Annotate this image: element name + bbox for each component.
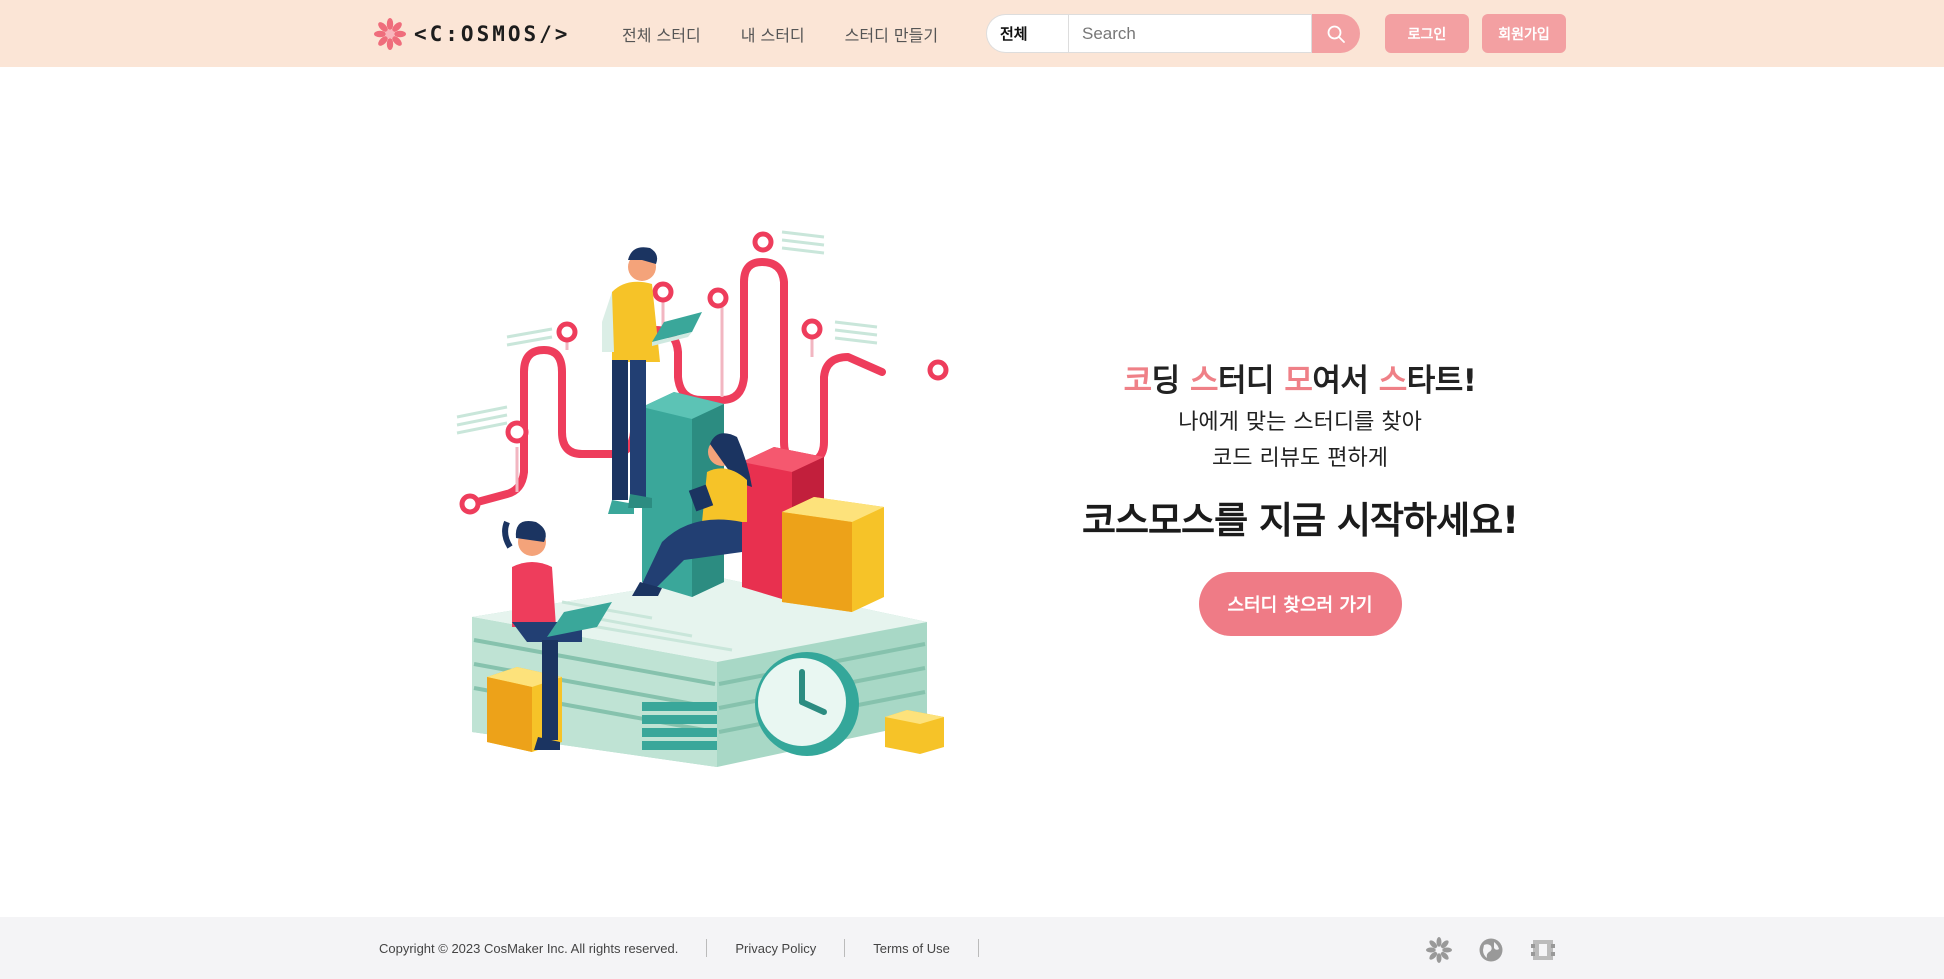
tagline-text: 터디 xyxy=(1217,363,1285,399)
tagline-highlight: 스 xyxy=(1189,363,1219,399)
logo[interactable]: <C:OSMOS/> xyxy=(374,16,570,52)
footer: Copyright © 2023 CosMaker Inc. All right… xyxy=(0,917,1944,979)
hero-subtitle-1: 나에게 맞는 스터디를 찾아 xyxy=(1178,410,1422,435)
nav-all-studies[interactable]: 전체 스터디 xyxy=(622,22,701,46)
tagline-text: 여서 xyxy=(1312,363,1379,399)
privacy-policy-link[interactable]: Privacy Policy xyxy=(735,941,816,956)
flower-logo-icon xyxy=(374,18,406,50)
nav-create-study[interactable]: 스터디 만들기 xyxy=(845,22,938,46)
tagline-text: 딩 xyxy=(1151,363,1190,399)
logo-text: <C:OSMOS/> xyxy=(414,22,571,46)
hero-headline: 코스모스를 지금 시작하세요! xyxy=(1081,499,1519,542)
search-category-select[interactable]: 전체 xyxy=(986,14,1068,53)
globe-icon-glyph xyxy=(1479,938,1503,962)
footer-icons xyxy=(1424,935,1558,965)
gear-icon[interactable] xyxy=(1528,935,1558,965)
footer-links: Copyright © 2023 CosMaker Inc. All right… xyxy=(379,939,1007,957)
footer-divider xyxy=(977,939,979,957)
flower-icon[interactable] xyxy=(1424,935,1454,965)
tagline-text: 타트! xyxy=(1406,363,1477,399)
copyright-text: Copyright © 2023 CosMaker Inc. All right… xyxy=(379,940,679,956)
bar-columns xyxy=(642,392,884,612)
hero-tagline: 코딩 스터디 모여서 스타트! xyxy=(1050,355,1550,400)
nav-my-studies[interactable]: 내 스터디 xyxy=(741,22,805,46)
login-button[interactable]: 로그인 xyxy=(1385,14,1469,53)
tagline-highlight: 코 xyxy=(1123,363,1153,399)
tagline-highlight: 모 xyxy=(1284,363,1313,399)
tagline-highlight: 스 xyxy=(1378,363,1408,399)
hero-text-block: 코딩 스터디 모여서 스타트! 나에게 맞는 스터디를 찾아 코드 리뷰도 편하… xyxy=(1050,355,1550,636)
terms-of-use-link[interactable]: Terms of Use xyxy=(873,941,950,956)
find-study-button[interactable]: 스터디 찾으러 가기 xyxy=(1198,572,1402,636)
footer-divider xyxy=(706,939,708,957)
top-header: <C:OSMOS/> 전체 스터디 내 스터디 스터디 만들기 전체 로그인 회… xyxy=(0,0,1944,67)
signup-button[interactable]: 회원가입 xyxy=(1482,14,1566,53)
search-icon xyxy=(1327,25,1345,43)
flower-icon-glyph xyxy=(1426,937,1452,963)
search-button[interactable] xyxy=(1312,14,1360,53)
search-bar: 전체 xyxy=(986,14,1360,53)
hero-illustration xyxy=(456,230,949,767)
footer-divider xyxy=(844,939,846,957)
hero-subtitle-2: 코드 리뷰도 편하게 xyxy=(1212,446,1388,471)
globe-icon[interactable] xyxy=(1476,935,1506,965)
gear-icon-glyph xyxy=(1531,940,1555,960)
search-input[interactable] xyxy=(1068,14,1312,53)
main-nav: 전체 스터디 내 스터디 스터디 만들기 xyxy=(622,22,938,46)
clock-graphic xyxy=(755,652,859,756)
